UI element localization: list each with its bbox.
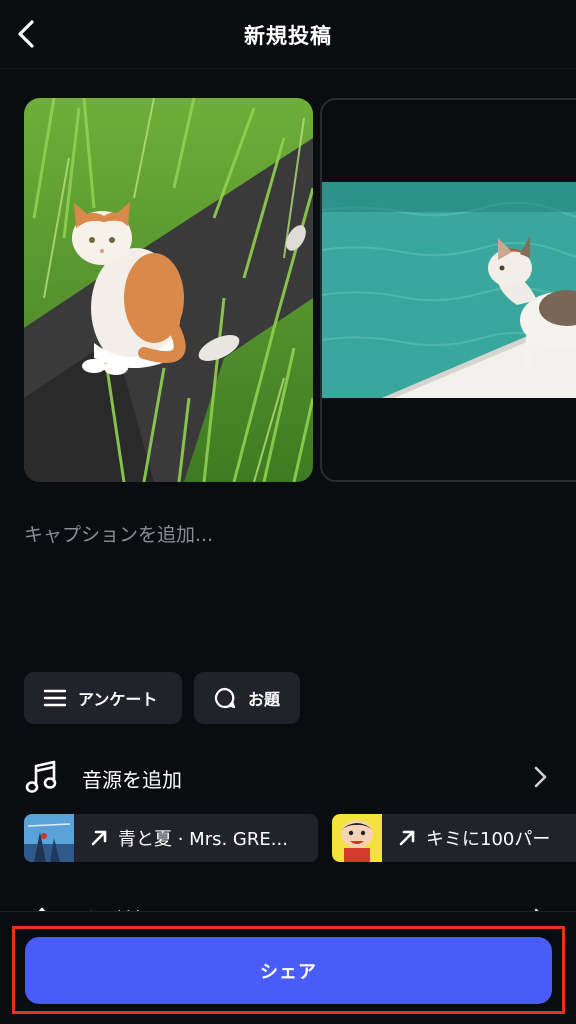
new-post-screen: 新規投稿 キャプションを追加... アンケート お題 音源を追加 青と夏 · M… bbox=[0, 0, 576, 1024]
album-art-thumbnail bbox=[24, 814, 74, 862]
add-music-row[interactable]: 音源を追加 bbox=[0, 748, 576, 806]
chevron-right-icon bbox=[534, 766, 547, 788]
song-title-1: 青と夏 · Mrs. GRE... bbox=[118, 829, 288, 850]
media-carousel[interactable] bbox=[0, 98, 576, 482]
photo-cat-water bbox=[322, 100, 576, 480]
caption-input[interactable] bbox=[24, 520, 544, 640]
trending-arrow-icon bbox=[91, 830, 107, 846]
header: 新規投稿 bbox=[0, 0, 576, 69]
survey-button[interactable]: アンケート bbox=[24, 672, 182, 724]
share-button[interactable]: シェア bbox=[25, 937, 552, 1004]
add-music-label: 音源を追加 bbox=[82, 768, 182, 792]
list-icon bbox=[42, 685, 68, 711]
song-suggestion-1[interactable]: 青と夏 · Mrs. GRE... bbox=[24, 814, 318, 862]
photo-thumbnail-2[interactable] bbox=[320, 98, 576, 482]
speech-bubble-icon bbox=[212, 685, 238, 711]
music-note-icon bbox=[25, 760, 57, 793]
photo-cat-grass bbox=[24, 98, 313, 482]
photo-thumbnail-1[interactable] bbox=[24, 98, 313, 482]
song-title-2: キミに100パー bbox=[426, 829, 551, 850]
song-suggestion-2[interactable]: キミに100パー bbox=[332, 814, 576, 862]
album-art-thumbnail bbox=[332, 814, 382, 862]
page-title: 新規投稿 bbox=[244, 24, 332, 48]
trending-arrow-icon bbox=[399, 830, 415, 846]
topic-button[interactable]: お題 bbox=[194, 672, 300, 724]
topic-label: お題 bbox=[248, 690, 281, 709]
survey-label: アンケート bbox=[78, 690, 158, 709]
